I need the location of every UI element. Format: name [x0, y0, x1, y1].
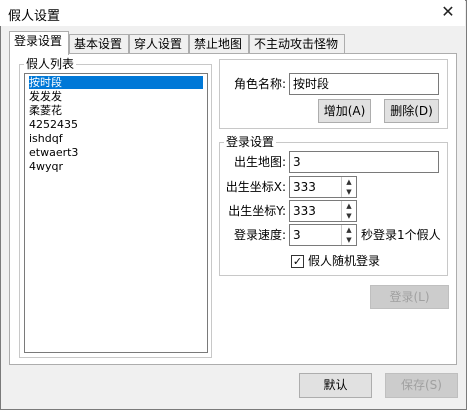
save-button[interactable]: 保存(S): [385, 373, 458, 398]
tab-login-settings[interactable]: 登录设置: [9, 31, 69, 55]
spawn-map-input[interactable]: 3: [289, 151, 439, 173]
list-item[interactable]: 柔菱花: [29, 104, 203, 117]
close-icon[interactable]: ✕: [434, 1, 462, 23]
list-item[interactable]: 按时段: [29, 76, 203, 89]
random-login-label[interactable]: 假人随机登录: [308, 250, 380, 272]
spin-up-icon[interactable]: ▲: [342, 201, 356, 211]
login-settings-legend: 登录设置: [224, 135, 277, 149]
login-speed-spin[interactable]: ▲ ▼: [341, 225, 356, 245]
spawn-y-value: 333: [293, 204, 316, 218]
spawn-y-stepper[interactable]: 333 ▲ ▼: [289, 200, 357, 222]
login-speed-stepper[interactable]: 3 ▲ ▼: [289, 224, 357, 246]
random-login-checkbox[interactable]: ✓: [291, 255, 304, 268]
tab-forbidden-maps[interactable]: 禁止地图: [189, 34, 249, 53]
tab-passive-monsters[interactable]: 不主动攻击怪物: [249, 34, 345, 53]
login-speed-suffix: 秒登录1个假人: [361, 228, 441, 242]
add-button[interactable]: 增加(A): [318, 99, 371, 123]
login-button[interactable]: 登录(L): [370, 285, 449, 309]
list-item[interactable]: ishdqf: [29, 132, 203, 145]
title-bar: 假人设置 ✕: [0, 0, 465, 26]
tab-wear-settings[interactable]: 穿人设置: [129, 34, 189, 53]
spawn-y-label: 出生坐标Y:: [228, 204, 286, 218]
delete-button[interactable]: 删除(D): [384, 99, 439, 123]
bot-listbox[interactable]: 按时段 发发发 柔菱花 4252435 ishdqf etwaert3 4wyq…: [24, 73, 208, 353]
list-item[interactable]: 4252435: [29, 118, 203, 131]
spin-up-icon[interactable]: ▲: [342, 225, 356, 235]
list-item[interactable]: etwaert3: [29, 146, 203, 159]
bot-list-legend: 假人列表: [24, 57, 77, 71]
login-speed-label: 登录速度:: [233, 228, 286, 242]
spawn-map-label: 出生地图:: [233, 155, 286, 169]
spawn-x-spin[interactable]: ▲ ▼: [341, 177, 356, 197]
spin-up-icon[interactable]: ▲: [342, 177, 356, 187]
spawn-x-label: 出生坐标X:: [225, 180, 286, 194]
role-name-input[interactable]: 按时段: [289, 73, 439, 95]
spin-down-icon[interactable]: ▼: [342, 235, 356, 245]
default-button[interactable]: 默认: [299, 373, 372, 398]
role-name-label: 角色名称:: [233, 77, 286, 91]
list-item[interactable]: 4wyqr: [29, 160, 203, 173]
spawn-y-spin[interactable]: ▲ ▼: [341, 201, 356, 221]
tab-basic-settings[interactable]: 基本设置: [69, 34, 129, 53]
spin-down-icon[interactable]: ▼: [342, 187, 356, 197]
list-item[interactable]: 发发发: [29, 90, 203, 103]
spawn-x-stepper[interactable]: 333 ▲ ▼: [289, 176, 357, 198]
spawn-x-value: 333: [293, 180, 316, 194]
spin-down-icon[interactable]: ▼: [342, 211, 356, 221]
window-title: 假人设置: [8, 9, 61, 24]
login-speed-value: 3: [293, 228, 301, 242]
